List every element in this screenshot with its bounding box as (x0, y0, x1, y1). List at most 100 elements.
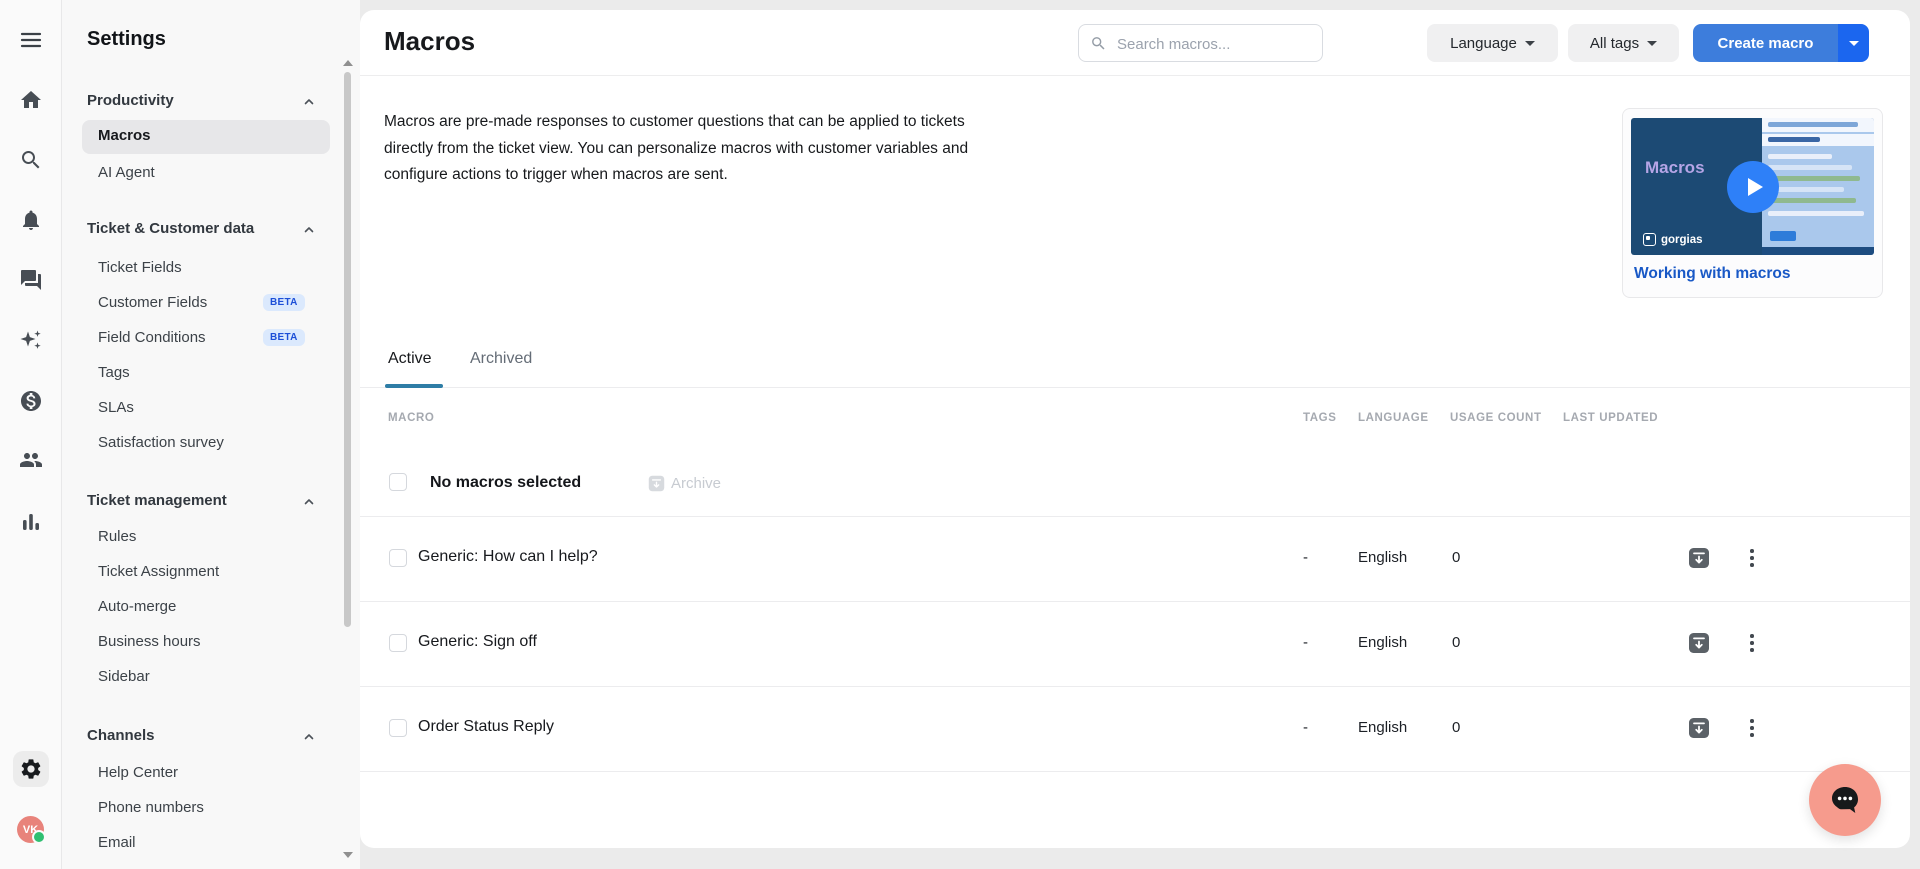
archive-row-button[interactable] (1688, 632, 1710, 654)
row-divider (360, 601, 1910, 602)
sidebar-item-label: Macros (98, 127, 151, 144)
scrollbar-up-arrow[interactable] (343, 60, 353, 66)
description-line: configure actions to trigger when macros… (384, 166, 728, 183)
bulk-archive-button[interactable]: Archive (648, 475, 721, 492)
tab-archived[interactable]: Archived (470, 350, 532, 368)
settings-gear-button[interactable] (13, 751, 49, 787)
play-icon (1747, 178, 1763, 196)
sidebar-item-field-conditions[interactable]: Field Conditions (98, 326, 206, 349)
cell-language: English (1358, 549, 1408, 566)
home-icon[interactable] (19, 88, 43, 112)
search-icon (1092, 37, 1105, 50)
sidebar-item-auto-merge[interactable]: Auto-merge (98, 595, 176, 618)
archive-row-button[interactable] (1688, 547, 1710, 569)
sidebar-item-business-hours[interactable]: Business hours (98, 630, 201, 653)
row-checkbox[interactable] (389, 634, 407, 652)
column-header-tags: TAGS (1303, 412, 1337, 424)
row-menu-kebab-icon[interactable] (1745, 548, 1759, 568)
section-header-channels: Channels (87, 727, 155, 744)
help-video-card: Macros gorgias Working with macros (1622, 108, 1883, 298)
mock-bottom-strip (1762, 247, 1874, 255)
archive-row-button[interactable] (1688, 717, 1710, 739)
billing-dollar-icon[interactable] (19, 389, 43, 413)
bulk-archive-label: Archive (671, 475, 722, 492)
row-checkbox[interactable] (389, 549, 407, 567)
icon-rail: VK (0, 0, 62, 869)
create-macro-button[interactable]: Create macro (1693, 24, 1838, 62)
archive-icon (648, 475, 665, 492)
sidebar-item-macros[interactable]: Macros (82, 120, 330, 154)
online-status-dot (32, 830, 46, 844)
chat-bubble-icon (1832, 787, 1858, 813)
row-divider (360, 686, 1910, 687)
video-thumbnail[interactable]: Macros gorgias (1631, 118, 1874, 255)
cell-usage-count: 0 (1452, 549, 1461, 566)
conversations-icon[interactable] (19, 268, 43, 292)
cell-language: English (1358, 719, 1408, 736)
cell-tags: - (1303, 549, 1308, 566)
search-macros-box (1078, 24, 1323, 62)
chevron-up-icon[interactable] (303, 95, 315, 107)
statistics-chart-icon[interactable] (19, 510, 43, 534)
tab-active[interactable]: Active (388, 350, 432, 368)
column-header-language: LANGUAGE (1358, 412, 1429, 424)
user-avatar[interactable]: VK (17, 816, 46, 844)
brand-watermark: gorgias (1643, 233, 1703, 246)
row-menu-kebab-icon[interactable] (1745, 718, 1759, 738)
row-menu-kebab-icon[interactable] (1745, 633, 1759, 653)
mock-send-button (1770, 231, 1796, 241)
chevron-up-icon[interactable] (303, 223, 315, 235)
beta-badge: BETA (263, 294, 305, 311)
video-caption-link[interactable]: Working with macros (1634, 265, 1790, 283)
sidebar-item-rules[interactable]: Rules (98, 525, 136, 548)
sidebar-item-ai-agent[interactable]: AI Agent (98, 161, 155, 184)
macros-settings-panel: Macros Language All tags Create macro Ma… (360, 10, 1910, 848)
macros-description: Macros are pre-made responses to custome… (384, 109, 968, 189)
page-title: Macros (384, 26, 476, 56)
sidebar-item-email[interactable]: Email (98, 831, 136, 854)
macro-row-name[interactable]: Generic: Sign off (418, 633, 537, 651)
scrollbar-thumb[interactable] (344, 72, 351, 627)
tags-filter-button[interactable]: All tags (1568, 24, 1679, 62)
section-header-ticket-management: Ticket management (87, 492, 227, 509)
sidebar-item-slas[interactable]: SLAs (98, 396, 134, 419)
cell-usage-count: 0 (1452, 719, 1461, 736)
sidebar-title: Settings (87, 28, 166, 50)
chat-widget-launcher[interactable] (1809, 764, 1881, 836)
macro-row-name[interactable]: Generic: How can I help? (418, 548, 598, 566)
search-macros-input[interactable] (1115, 26, 1319, 62)
section-header-productivity: Productivity (87, 92, 174, 109)
sidebar-item-customer-fields[interactable]: Customer Fields (98, 291, 207, 314)
search-icon[interactable] (19, 148, 43, 172)
chevron-down-icon (1647, 40, 1658, 46)
select-all-checkbox[interactable] (389, 473, 407, 491)
scrollbar-down-arrow[interactable] (343, 852, 353, 858)
description-line: Macros are pre-made responses to custome… (384, 113, 965, 130)
customers-people-icon[interactable] (18, 448, 42, 472)
sidebar-item-sidebar[interactable]: Sidebar (98, 665, 150, 688)
play-button[interactable] (1727, 161, 1779, 213)
video-overlay-title: Macros (1645, 158, 1705, 177)
create-macro-dropdown-button[interactable] (1838, 24, 1869, 62)
sidebar-item-tags[interactable]: Tags (98, 361, 130, 384)
sidebar-item-help-center[interactable]: Help Center (98, 761, 178, 784)
archive-icon (1689, 718, 1709, 738)
menu-icon[interactable] (19, 28, 43, 52)
row-checkbox[interactable] (389, 719, 407, 737)
sidebar-item-phone-numbers[interactable]: Phone numbers (98, 796, 204, 819)
cell-language: English (1358, 634, 1408, 651)
ai-sparkles-icon[interactable] (19, 328, 43, 352)
column-header-macro: MACRO (388, 412, 435, 424)
language-filter-button[interactable]: Language (1427, 24, 1558, 62)
chevron-up-icon[interactable] (303, 730, 315, 742)
macro-row-name[interactable]: Order Status Reply (418, 718, 554, 736)
column-header-usage-count: USAGE COUNT (1450, 412, 1542, 424)
sidebar-item-satisfaction-survey[interactable]: Satisfaction survey (98, 431, 224, 454)
sidebar-item-ticket-assignment[interactable]: Ticket Assignment (98, 560, 219, 583)
sidebar-item-ticket-fields[interactable]: Ticket Fields (98, 256, 182, 279)
create-macro-split-button: Create macro (1693, 24, 1869, 62)
chevron-up-icon[interactable] (303, 495, 315, 507)
column-header-last-updated: LAST UPDATED (1563, 412, 1659, 424)
cell-tags: - (1303, 719, 1308, 736)
notifications-bell-icon[interactable] (19, 208, 43, 232)
